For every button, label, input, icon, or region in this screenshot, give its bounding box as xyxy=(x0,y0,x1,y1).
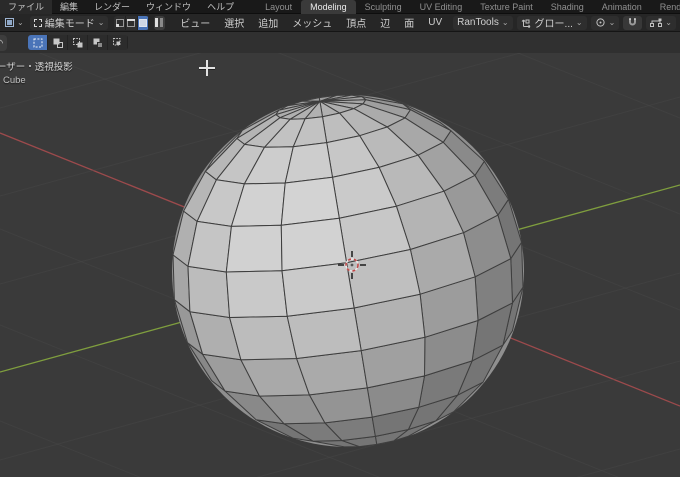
edge-select-button[interactable] xyxy=(126,15,138,30)
menu-edit[interactable]: 編集 xyxy=(52,0,86,14)
sphere-face[interactable] xyxy=(187,265,231,318)
magnet-icon xyxy=(629,18,637,26)
sphere-face[interactable] xyxy=(281,262,355,317)
edge-select-icon xyxy=(127,18,136,27)
rantools-label: RanTools xyxy=(457,17,499,28)
xray-toggle-button[interactable] xyxy=(154,15,166,30)
xray-icon xyxy=(155,18,164,27)
select-mode-extend-button[interactable] xyxy=(48,35,68,50)
select-mode-subtract-button[interactable] xyxy=(68,35,88,50)
menu-render[interactable]: レンダー xyxy=(86,0,138,14)
sphere-face[interactable] xyxy=(280,176,340,226)
chevron-down-icon: ⌄ xyxy=(17,17,24,27)
select-mode-intersect-button[interactable] xyxy=(108,35,128,50)
menu-mesh[interactable]: メッシュ xyxy=(285,15,339,30)
cursor-3d-center xyxy=(350,263,354,267)
chevron-down-icon: ⌄ xyxy=(665,17,672,27)
select-tool-mode-group xyxy=(28,35,128,50)
menu-edge[interactable]: 辺 xyxy=(373,15,397,30)
sphere-face[interactable] xyxy=(280,217,348,272)
face-select-button[interactable] xyxy=(137,15,150,30)
orientation-icon xyxy=(521,19,530,28)
chevron-down-icon: ⌄ xyxy=(575,17,583,27)
select-invert-icon xyxy=(93,38,103,48)
active-object-label: Cube xyxy=(3,75,26,86)
view-perspective-label: ーザー・透視投影 xyxy=(0,62,73,73)
sphere-face[interactable] xyxy=(286,307,362,359)
tab-sculpting[interactable]: Sculpting xyxy=(356,0,411,14)
pivot-point-icon xyxy=(595,18,605,27)
select-mode-new-button[interactable] xyxy=(28,35,48,50)
menu-add[interactable]: 追加 xyxy=(251,15,285,30)
header-right-cluster: グロー... ⌄ ⌄ ⌄ xyxy=(513,15,676,30)
mode-label: 編集モード xyxy=(44,19,95,30)
chevron-down-icon: ⌄ xyxy=(97,17,105,27)
vertex-select-icon xyxy=(115,18,124,27)
transform-orientation-dropdown[interactable]: グロー... ⌄ xyxy=(516,15,587,30)
menu-view[interactable]: ビュー xyxy=(173,15,217,30)
sphere-face[interactable] xyxy=(225,224,283,273)
menu-rantools[interactable]: RanTools ⌄ xyxy=(453,15,513,30)
select-subtract-icon xyxy=(72,37,82,47)
viewport-editor-icon xyxy=(5,18,14,27)
face-select-icon xyxy=(138,18,147,27)
tab-texture-paint[interactable]: Texture Paint xyxy=(471,0,542,14)
snap-increment-icon xyxy=(650,18,663,27)
select-mode-invert-button[interactable] xyxy=(88,35,108,50)
active-tool-button[interactable]: ◠ xyxy=(0,35,7,51)
chevron-down-icon: ⌄ xyxy=(501,17,509,27)
menu-select[interactable]: 選択 xyxy=(217,15,251,30)
mode-dropdown[interactable]: 編集モード ⌄ xyxy=(29,15,109,30)
select-intersect-icon xyxy=(112,37,120,45)
tab-layout[interactable]: Layout xyxy=(256,0,301,14)
viewport-header: ⌄ 編集モード ⌄ ビュー 選択 追加 メッシュ 頂点 辺 面 UV RanTo… xyxy=(0,14,680,32)
sphere-face[interactable] xyxy=(225,270,288,318)
viewport-canvas[interactable] xyxy=(0,53,680,477)
editor-type-dropdown[interactable]: ⌄ xyxy=(3,16,26,30)
blender-window: ファイル 編集 レンダー ウィンドウ ヘルプ Layout Modeling S… xyxy=(0,0,680,477)
select-new-icon xyxy=(33,38,42,47)
workspace-tabs: Layout Modeling Sculpting UV Editing Tex… xyxy=(256,0,680,14)
sphere-face[interactable] xyxy=(229,315,298,361)
select-extend-icon xyxy=(53,38,63,48)
menu-window[interactable]: ウィンドウ xyxy=(138,0,199,14)
viewport-3d[interactable]: ーザー・透視投影 Cube xyxy=(0,53,680,477)
topbar: ファイル 編集 レンダー ウィンドウ ヘルプ Layout Modeling S… xyxy=(0,0,680,14)
tab-modeling[interactable]: Modeling xyxy=(301,0,356,14)
edit-mode-icon xyxy=(33,18,42,27)
vertex-select-button[interactable] xyxy=(114,15,127,30)
menu-help[interactable]: ヘルプ xyxy=(199,0,242,14)
chevron-down-icon: ⌄ xyxy=(608,17,616,27)
menu-face[interactable]: 面 xyxy=(397,15,421,30)
menu-file[interactable]: ファイル xyxy=(0,0,53,14)
pivot-point-dropdown[interactable]: ⌄ xyxy=(590,15,620,30)
menu-vertex[interactable]: 頂点 xyxy=(339,15,373,30)
menu-uv[interactable]: UV xyxy=(421,17,449,28)
tab-animation[interactable]: Animation xyxy=(593,0,651,14)
tab-rendering[interactable]: Rendering xyxy=(651,0,680,14)
tab-uv-editing[interactable]: UV Editing xyxy=(411,0,472,14)
snap-settings-dropdown[interactable]: ⌄ xyxy=(646,15,676,30)
orientation-label: グロー... xyxy=(534,19,573,30)
tab-shading[interactable]: Shading xyxy=(542,0,593,14)
snap-toggle-button[interactable] xyxy=(623,15,643,30)
mesh-select-mode-group xyxy=(114,15,150,30)
tool-settings-bar: ◠ xyxy=(0,32,680,54)
